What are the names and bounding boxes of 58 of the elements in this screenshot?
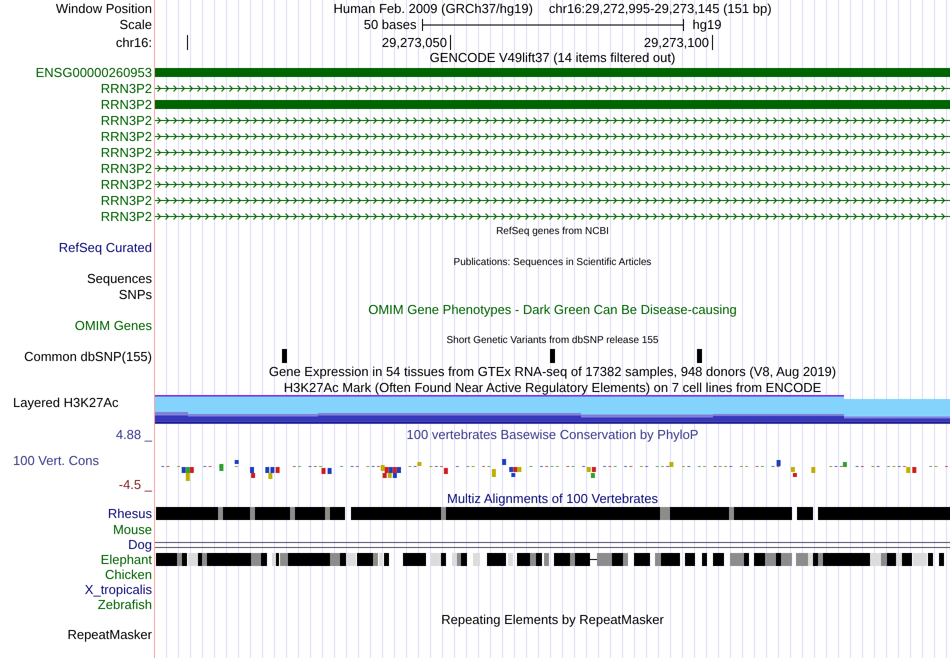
scale-span-text: 50 bases (364, 17, 416, 32)
species-label[interactable]: Rhesus (108, 506, 152, 521)
track-label[interactable]: Layered H3K27Ac (13, 395, 119, 411)
gene-arrow-line[interactable] (155, 164, 950, 172)
species-label[interactable]: X_tropicalis (84, 582, 152, 597)
track-title[interactable]: RefSeq genes from NCBI (496, 226, 609, 238)
species-label[interactable]: Mouse (112, 522, 152, 536)
ruler-tick (450, 34, 451, 50)
coordinate-label: 29,273,100 (644, 34, 709, 50)
gene-label[interactable]: RRN3P2 (100, 160, 152, 176)
gene-label[interactable]: RRN3P2 (100, 144, 152, 160)
track-label[interactable]: SNPs (118, 286, 152, 302)
track-title[interactable]: GENCODE V49lift37 (14 items filtered out) (430, 51, 676, 65)
gene-arrow-line[interactable] (155, 196, 950, 204)
gene-label[interactable]: RRN3P2 (100, 208, 152, 224)
track-title[interactable]: Repeating Elements by RepeatMasker (441, 613, 664, 627)
gene-label[interactable]: RRN3P2 (100, 128, 152, 144)
gene-label[interactable]: RRN3P2 (100, 96, 152, 112)
track-label[interactable]: Common dbSNP(155) (24, 349, 152, 364)
track-title[interactable]: OMIM Gene Phenotypes - Dark Green Can Be Disease-causing (368, 303, 737, 317)
chromosome-label: chr16: (116, 34, 152, 50)
assembly-text: Human Feb. 2009 (GRCh37/hg19) (333, 0, 533, 16)
track-title[interactable]: H3K27Ac Mark (Often Found Near Active Regulatory Elements) on 7 cell lines from ENCODE (284, 380, 822, 394)
track-title[interactable]: Gene Expression in 54 tissues from GTEx RNA-seq of 17382 samples, 948 donors (V8, Aug 2019) (268, 365, 836, 379)
gene-label[interactable]: ENSG00000260953 (36, 65, 152, 80)
gene-arrow-line[interactable] (155, 148, 950, 156)
gene-arrow-line[interactable] (155, 212, 950, 220)
track-label[interactable]: RefSeq Curated (58, 240, 152, 255)
track-label[interactable]: Sequences (86, 271, 152, 286)
species-label[interactable]: Zebrafish (98, 597, 152, 612)
track-label[interactable]: OMIM Genes (74, 318, 152, 333)
gene-arrow-line[interactable] (155, 180, 950, 188)
gene-label[interactable]: RRN3P2 (100, 112, 152, 128)
scale-label: Scale (119, 17, 152, 32)
genomic-position-text: chr16:29,272,995-29,273,145 (151 bp) (548, 0, 772, 16)
species-label[interactable]: Elephant (100, 552, 152, 567)
gene-label[interactable]: RRN3P2 (100, 176, 152, 192)
gene-arrow-line[interactable] (155, 116, 950, 124)
gene-label[interactable]: RRN3P2 (100, 80, 152, 96)
track-title[interactable]: 100 vertebrates Basewise Conservation by PhyloP (406, 427, 698, 443)
species-label[interactable]: Dog (128, 537, 152, 552)
axis-min-label: -4.5 _ (118, 477, 152, 493)
track-label[interactable]: 100 Vert. Cons (13, 452, 99, 468)
axis-max-label: 4.88 _ (116, 427, 152, 443)
ruler-tick (712, 34, 713, 50)
ruler-tick (187, 34, 188, 50)
assembly-name-text: hg19 (692, 17, 722, 32)
gene-label[interactable]: RRN3P2 (100, 192, 152, 208)
coordinate-label: 29,273,050 (382, 34, 447, 50)
gene-block[interactable] (155, 100, 950, 108)
gene-arrow-line[interactable] (155, 84, 950, 92)
track-title[interactable]: Short Genetic Variants from dbSNP release 155 (446, 335, 658, 347)
track-title[interactable]: Multiz Alignments of 100 Vertebrates (446, 491, 658, 506)
gene-arrow-line[interactable] (155, 132, 950, 140)
species-label[interactable]: Chicken (105, 567, 152, 582)
window-position-label: Window Position (56, 0, 152, 16)
track-title[interactable]: Publications: Sequences in Scientific Articles (454, 257, 652, 269)
track-label[interactable]: RepeatMasker (67, 627, 152, 642)
